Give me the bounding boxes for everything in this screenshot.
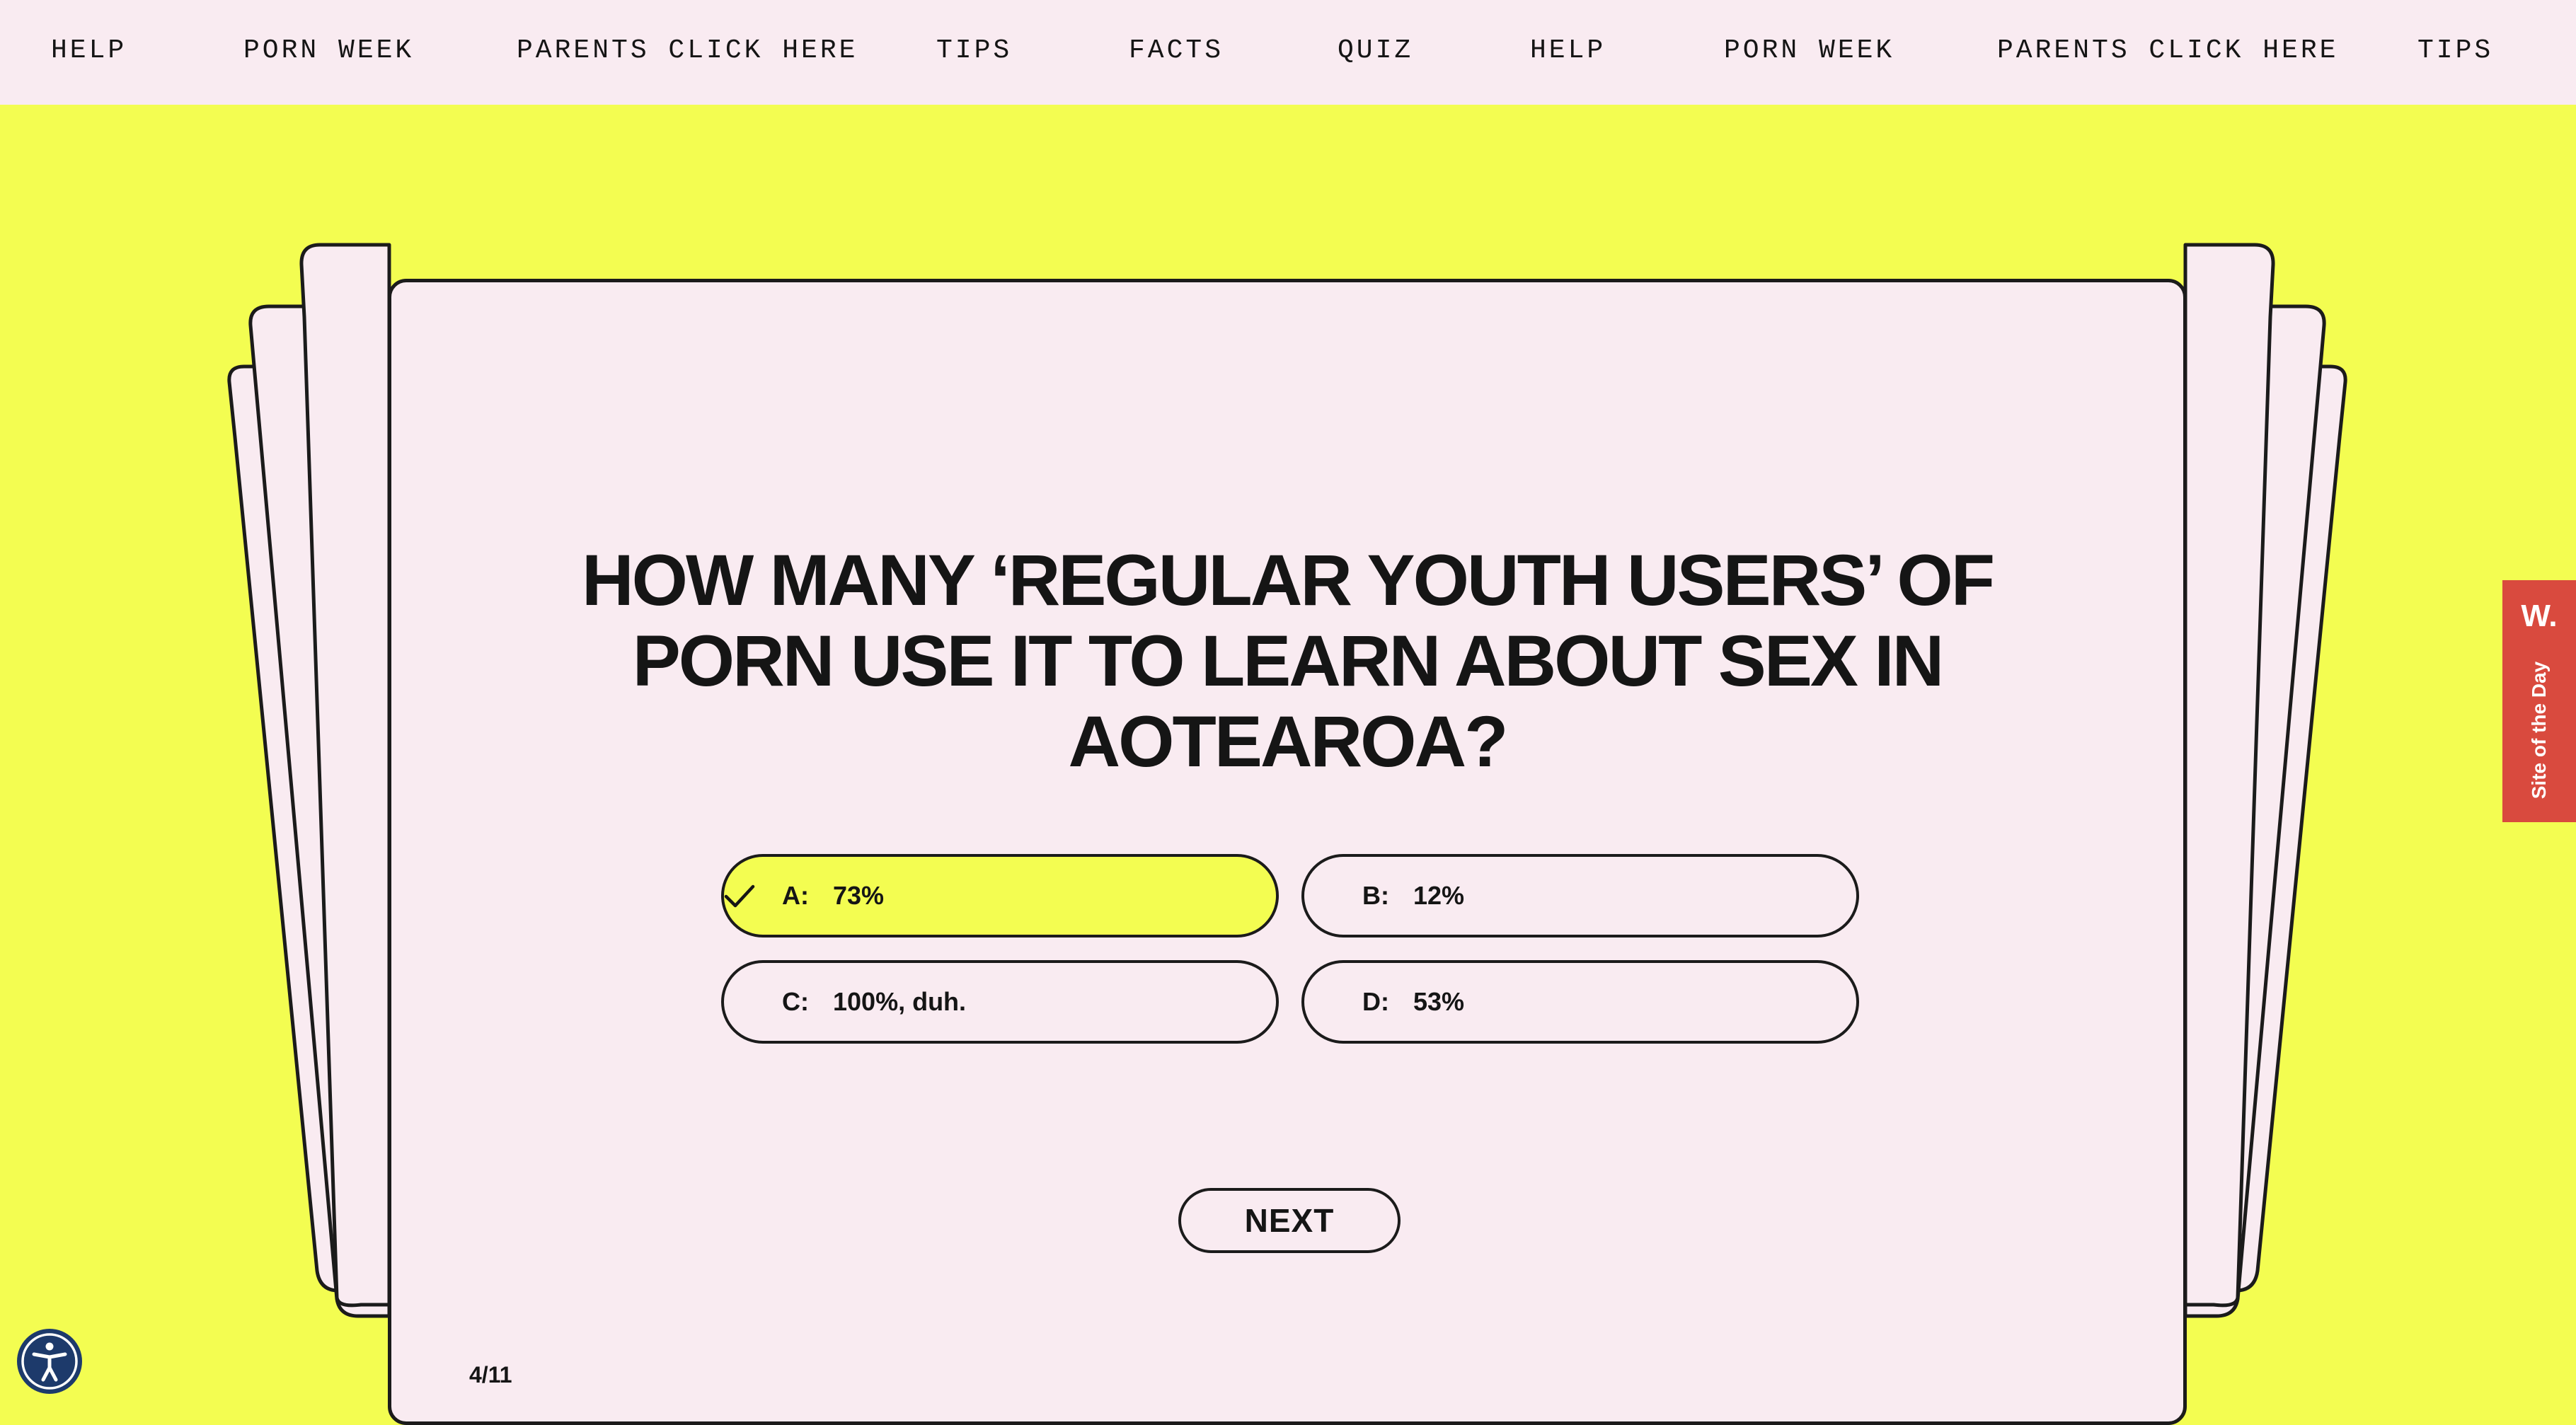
nav-item-quiz[interactable]: QUIZ bbox=[1338, 35, 1413, 66]
answer-option-a[interactable]: A: 73% bbox=[721, 854, 1279, 937]
answer-letter: C: bbox=[782, 987, 809, 1016]
nav-item-porn-week[interactable]: PORN WEEK bbox=[1724, 35, 1894, 66]
answer-text: 73% bbox=[833, 881, 885, 910]
nav-item-help[interactable]: HELP bbox=[1530, 35, 1606, 66]
next-button[interactable]: NEXT bbox=[1178, 1188, 1401, 1253]
answer-text: 53% bbox=[1413, 987, 1465, 1016]
site-of-the-day-badge[interactable]: W. Site of the Day bbox=[2502, 580, 2576, 822]
answer-text: 12% bbox=[1413, 881, 1465, 910]
nav-item-help[interactable]: HELP bbox=[51, 35, 127, 66]
accessibility-button[interactable] bbox=[17, 1329, 82, 1394]
question-counter: 4/11 bbox=[469, 1362, 512, 1388]
nav-item-porn-week[interactable]: PORN WEEK bbox=[243, 35, 414, 66]
nav-item-parents[interactable]: PARENTS CLICK HERE bbox=[1997, 35, 2338, 66]
answer-option-b[interactable]: B: 12% bbox=[1301, 854, 1859, 937]
top-navigation: HELP PORN WEEK PARENTS CLICK HERE TIPS F… bbox=[0, 0, 2576, 105]
quiz-card: HOW MANY ‘REGULAR YOUTH USERS’ OF PORN U… bbox=[388, 279, 2187, 1425]
nav-item-tips[interactable]: TIPS bbox=[936, 35, 1012, 66]
answer-option-c[interactable]: C: 100%, duh. bbox=[721, 960, 1279, 1044]
answer-letter: D: bbox=[1362, 987, 1389, 1016]
answer-option-d[interactable]: D: 53% bbox=[1301, 960, 1859, 1044]
answer-text: 100%, duh. bbox=[833, 987, 967, 1016]
quiz-stage: HOW MANY ‘REGULAR YOUTH USERS’ OF PORN U… bbox=[0, 105, 2576, 1425]
nav-item-facts[interactable]: FACTS bbox=[1129, 35, 1224, 66]
nav-item-parents[interactable]: PARENTS CLICK HERE bbox=[517, 35, 858, 66]
site-of-the-day-label: Site of the Day bbox=[2528, 661, 2550, 800]
accessibility-icon bbox=[21, 1333, 78, 1390]
quiz-question: HOW MANY ‘REGULAR YOUTH USERS’ OF PORN U… bbox=[581, 540, 1995, 782]
answer-letter: B: bbox=[1362, 881, 1389, 910]
nav-item-tips[interactable]: TIPS bbox=[2417, 35, 2493, 66]
answer-letter: A: bbox=[782, 881, 809, 910]
check-icon bbox=[724, 884, 755, 908]
awwwards-logo: W. bbox=[2521, 599, 2558, 633]
